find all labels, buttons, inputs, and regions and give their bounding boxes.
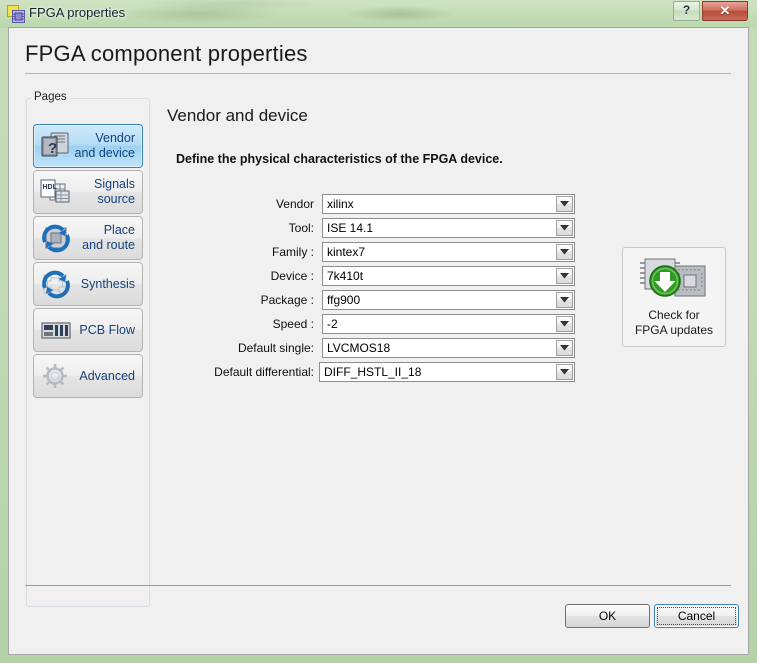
form-row: Package : ffg900: [176, 290, 586, 312]
vendor-device-icon: ?: [39, 130, 73, 162]
chevron-down-icon[interactable]: [556, 364, 573, 380]
chevron-down-icon[interactable]: [556, 340, 573, 356]
svg-text:?: ?: [48, 140, 57, 157]
pcb-flow-icon: [39, 314, 73, 346]
package-value: ffg900: [327, 293, 361, 307]
speed-label: Speed :: [272, 317, 314, 331]
device-combobox[interactable]: 7k410t: [322, 266, 575, 286]
vendor-label: Vendor: [275, 197, 314, 211]
form-row: Default differential: DIFF_HSTL_II_18: [176, 362, 586, 384]
dialog-window: FPGA properties ? ✕ FPGA component prope…: [0, 0, 757, 663]
family-combobox[interactable]: kintex7: [322, 242, 575, 262]
sidebar-item-label: Vendor and device: [74, 131, 135, 160]
sidebar-item-pcb-flow[interactable]: PCB Flow: [33, 308, 143, 352]
fpga-chip-icon: [7, 5, 25, 23]
device-label: Device :: [270, 269, 314, 283]
synthesis-icon: [39, 268, 73, 300]
section-title: Vendor and device: [167, 106, 308, 125]
download-chip-icon: [637, 254, 711, 306]
form-row: Speed : -2: [176, 314, 586, 336]
form-row: Family : kintex7: [176, 242, 586, 264]
default-differential-combobox[interactable]: DIFF_HSTL_II_18: [319, 362, 575, 382]
vendor-combobox[interactable]: xilinx: [322, 194, 575, 214]
package-label: Package :: [260, 293, 314, 307]
sidebar-item-vendor-and-device[interactable]: ? Vendor and device: [33, 124, 143, 168]
default-differential-value: DIFF_HSTL_II_18: [324, 365, 422, 379]
sidebar-item-place-and-route[interactable]: Place and route: [33, 216, 143, 260]
check-for-fpga-updates-button[interactable]: Check for FPGA updates: [622, 247, 726, 347]
header-divider: [25, 73, 731, 74]
family-value: kintex7: [327, 245, 366, 259]
chevron-down-icon[interactable]: [556, 196, 573, 212]
speed-combobox[interactable]: -2: [322, 314, 575, 334]
window-title: FPGA properties: [29, 5, 126, 20]
place-route-icon: [39, 222, 73, 254]
form-row: Default single: LVCMOS18: [176, 338, 586, 360]
page-title: FPGA component properties: [25, 41, 308, 66]
tool-combobox[interactable]: ISE 14.1: [322, 218, 575, 238]
check-for-fpga-updates-label: Check for FPGA updates: [634, 308, 714, 337]
close-button[interactable]: ✕: [702, 1, 748, 21]
chevron-down-icon[interactable]: [556, 220, 573, 236]
sidebar-item-label: Place and route: [82, 223, 135, 252]
help-button[interactable]: ?: [673, 1, 700, 21]
help-icon: ?: [682, 3, 691, 17]
chevron-down-icon[interactable]: [556, 316, 573, 332]
tool-label: Tool:: [288, 221, 314, 235]
sidebar-item-label: PCB Flow: [79, 322, 135, 337]
package-combobox[interactable]: ffg900: [322, 290, 575, 310]
pages-group-legend: Pages: [31, 91, 70, 103]
tool-value: ISE 14.1: [327, 221, 374, 235]
sidebar-item-advanced[interactable]: Advanced: [33, 354, 143, 398]
section-description: Define the physical characteristics of t…: [176, 152, 503, 166]
close-icon: ✕: [719, 3, 731, 18]
svg-text:HDL: HDL: [43, 184, 58, 191]
default-single-label: Default single:: [237, 341, 314, 355]
default-differential-label: Default differential:: [214, 365, 314, 379]
dialog-client-area: FPGA component properties Pages ? Vendor: [8, 27, 749, 655]
speed-value: -2: [327, 317, 338, 331]
sidebar-item-signals-source[interactable]: HDL Signals source: [33, 170, 143, 214]
gear-icon: [39, 360, 73, 392]
chevron-down-icon[interactable]: [556, 292, 573, 308]
default-single-combobox[interactable]: LVCMOS18: [322, 338, 575, 358]
sidebar-item-label: Advanced: [79, 368, 135, 383]
family-label: Family :: [272, 245, 314, 259]
cancel-button-label: Cancel: [677, 609, 716, 623]
hdl-signals-icon: HDL: [39, 176, 73, 208]
ok-button-label: OK: [598, 609, 617, 623]
footer-divider: [25, 585, 731, 586]
vendor-value: xilinx: [327, 197, 354, 211]
title-bar: FPGA properties ? ✕: [0, 0, 757, 28]
form-row: Device : 7k410t: [176, 266, 586, 288]
sidebar-item-label: Signals source: [94, 177, 135, 206]
sidebar-item-label: Synthesis: [80, 276, 135, 291]
cancel-button[interactable]: Cancel: [654, 604, 739, 628]
chevron-down-icon[interactable]: [556, 244, 573, 260]
chevron-down-icon[interactable]: [556, 268, 573, 284]
device-value: 7k410t: [327, 269, 364, 283]
form-row: Tool: ISE 14.1: [176, 218, 586, 240]
sidebar-item-synthesis[interactable]: Synthesis: [33, 262, 143, 306]
default-single-value: LVCMOS18: [327, 341, 391, 355]
vendor-device-form: Vendor xilinx Tool: ISE 14.1 Family: ki…: [176, 194, 586, 386]
ok-button[interactable]: OK: [565, 604, 650, 628]
form-row: Vendor xilinx: [176, 194, 586, 216]
